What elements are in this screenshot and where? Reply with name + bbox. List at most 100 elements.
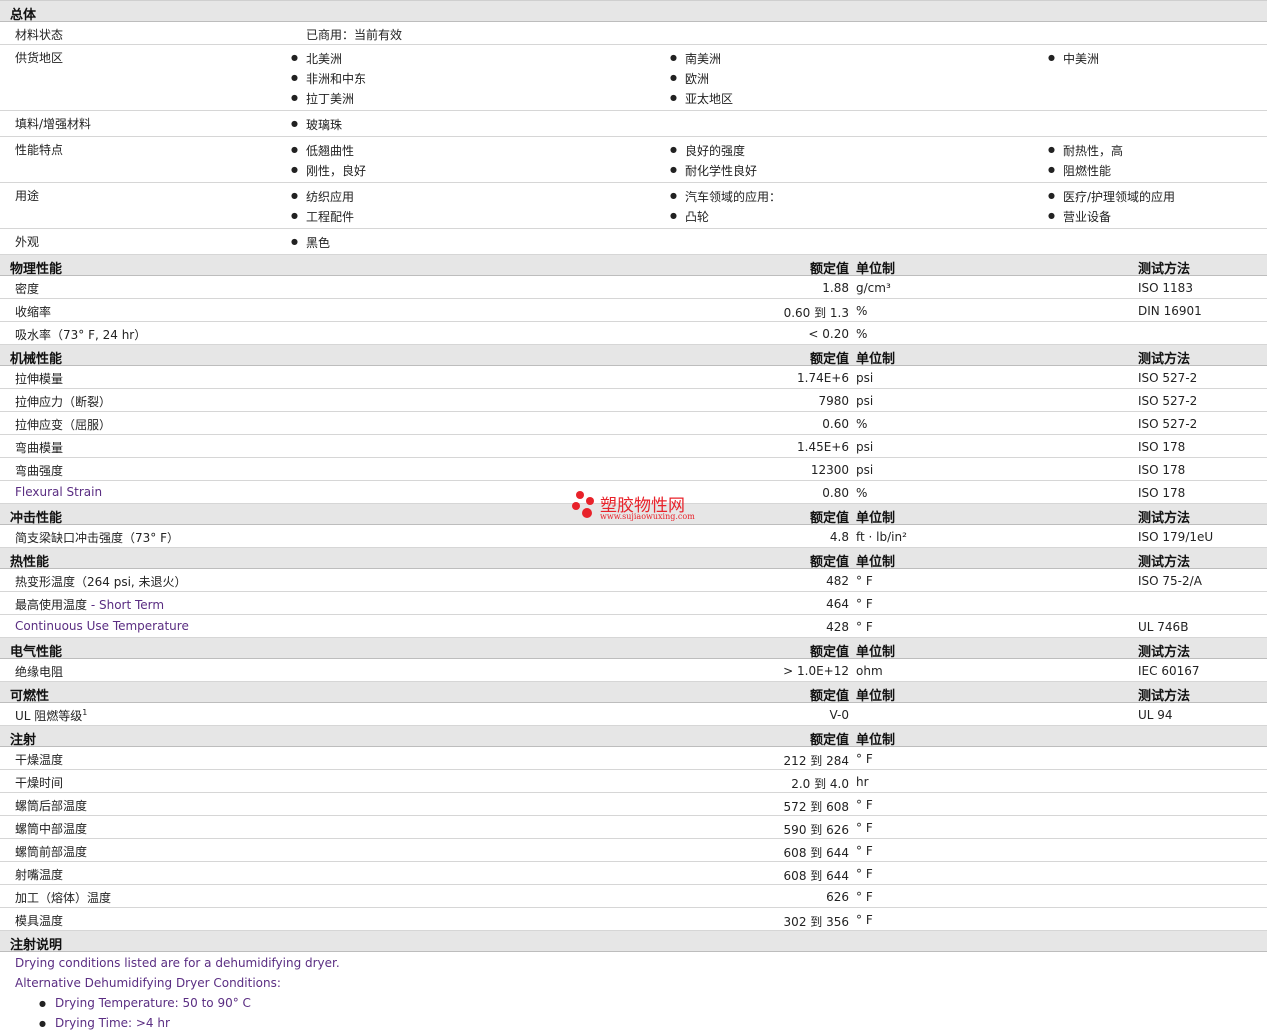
row-value: 572 到 608	[783, 800, 849, 814]
row-unit: ° F	[856, 597, 873, 611]
row-unit: ° F	[856, 752, 873, 766]
row-label: 简支梁缺口冲击强度（73° F）	[15, 531, 179, 545]
row-label: 拉伸模量	[15, 372, 64, 386]
row-label: 拉伸应变（屈服）	[15, 418, 112, 432]
table-row: 弯曲模量 1.45E+6 psi ISO 178	[0, 435, 1267, 458]
table-row: 简支梁缺口冲击强度（73° F） 4.8 ft · lb/in² ISO 179/1e…	[0, 525, 1267, 548]
row-value: 212 到 284	[783, 754, 849, 768]
list-item: 纺织应用	[291, 188, 354, 205]
row-test-method: ISO 178	[1138, 486, 1186, 500]
section-notes: 注射说明	[0, 931, 1267, 953]
table-row: 螺筒后部温度 572 到 608 ° F	[0, 793, 1267, 816]
header-unit: 单位制	[856, 555, 896, 570]
header-nominal: 额定值	[809, 555, 849, 570]
table-row: 绝缘电阻 > 1.0E+12 ohm IEC 60167	[0, 659, 1267, 682]
row-value: 1.45E+6	[797, 440, 849, 454]
row-unit: psi	[856, 394, 874, 408]
row-value: 0.80	[822, 486, 849, 500]
list-item: 耐化学性良好	[670, 162, 757, 179]
list-item: 北美洲	[291, 50, 342, 67]
row-test-method: ISO 1183	[1138, 281, 1193, 295]
list-item: 非洲和中东	[291, 70, 366, 87]
row-test-method: DIN 16901	[1138, 304, 1202, 318]
row-label: 模具温度	[15, 914, 64, 928]
row-unit: ° F	[856, 798, 873, 812]
row-value: 2.0 到 4.0	[791, 777, 849, 791]
row-unit: ° F	[856, 890, 873, 904]
table-row: 模具温度 302 到 356 ° F	[0, 908, 1267, 931]
row-label: 材料状态	[15, 28, 64, 42]
header-unit: 单位制	[856, 689, 896, 704]
row-test-method: ISO 527-2	[1138, 417, 1198, 431]
row-label: 螺筒前部温度	[15, 845, 88, 859]
row-value: 608 到 644	[783, 869, 849, 883]
row-label: 密度	[15, 282, 40, 296]
list-item: 营业设备	[1048, 208, 1111, 225]
header-test-method: 测试方法	[1138, 511, 1191, 526]
header-unit: 单位制	[856, 262, 896, 277]
row-unit: ° F	[856, 867, 873, 881]
row-label: Flexural Strain	[15, 485, 103, 499]
row-value: 626	[826, 890, 849, 904]
row-test-method: IEC 60167	[1138, 664, 1200, 678]
row-test-method: ISO 527-2	[1138, 371, 1198, 385]
section-title: 机械性能	[10, 352, 63, 367]
header-test-method: 测试方法	[1138, 555, 1191, 570]
header-unit: 单位制	[856, 511, 896, 526]
row-label: 最高使用温度 - Short Term	[15, 598, 165, 612]
row-label: 干燥时间	[15, 776, 64, 790]
row-value: 12300	[810, 463, 849, 477]
section-electrical: 电气性能 额定值 单位制 测试方法	[0, 638, 1267, 660]
header-nominal: 额定值	[809, 689, 849, 704]
table-row: 螺筒中部温度 590 到 626 ° F	[0, 816, 1267, 839]
section-title: 电气性能	[10, 645, 63, 660]
table-row: 拉伸模量 1.74E+6 psi ISO 527-2	[0, 366, 1267, 389]
row-unit: %	[856, 327, 868, 341]
row-value: 428	[826, 620, 849, 634]
row-value: 302 到 356	[783, 915, 849, 929]
row-label: 外观	[15, 235, 40, 249]
row-material-status: 材料状态 已商用：当前有效	[0, 22, 1267, 45]
row-unit: %	[856, 486, 868, 500]
row-label: 用途	[15, 189, 40, 203]
table-row: 射嘴温度 608 到 644 ° F	[0, 862, 1267, 885]
row-value: 0.60 到 1.3	[783, 306, 849, 320]
row-label: 热变形温度（264 psi, 未退火）	[15, 575, 187, 589]
section-title: 注射说明	[10, 938, 63, 953]
row-unit: %	[856, 417, 868, 431]
row-uses: 用途 纺织应用 汽车领域的应用： 医疗/护理领域的应用 工程配件 凸轮 营业设备	[0, 183, 1267, 229]
row-label: 吸水率（73° F, 24 hr）	[15, 328, 147, 342]
header-unit: 单位制	[856, 645, 896, 660]
table-row: Continuous Use Temperature 428 ° F UL 746B	[0, 615, 1267, 638]
list-item: 中美洲	[1048, 50, 1099, 67]
section-title: 总体	[10, 8, 37, 23]
row-label: 加工（熔体）温度	[15, 891, 112, 905]
header-nominal: 额定值	[809, 733, 849, 748]
row-test-method: ISO 178	[1138, 463, 1186, 477]
list-item: 凸轮	[670, 208, 709, 225]
table-row: 密度 1.88 g/cm³ ISO 1183	[0, 276, 1267, 299]
row-unit: ohm	[856, 664, 883, 678]
row-unit: ° F	[856, 844, 873, 858]
header-test-method: 测试方法	[1138, 689, 1191, 704]
row-unit: ° F	[856, 821, 873, 835]
row-test-method: UL 746B	[1138, 620, 1189, 634]
row-unit: ft · lb/in²	[856, 530, 907, 544]
row-test-method: ISO 527-2	[1138, 394, 1198, 408]
header-test-method: 测试方法	[1138, 352, 1191, 367]
note-line: Alternative Dehumidifying Dryer Conditio…	[15, 976, 281, 990]
row-value: 482	[826, 574, 849, 588]
table-row: 最高使用温度 - Short Term 464 ° F	[0, 592, 1267, 615]
header-test-method: 测试方法	[1138, 645, 1191, 660]
row-test-method: ISO 75-2/A	[1138, 574, 1202, 588]
row-unit: %	[856, 304, 868, 318]
row-label: 性能特点	[15, 143, 64, 157]
row-filler: 填料/增强材料 玻璃珠	[0, 111, 1267, 137]
header-unit: 单位制	[856, 352, 896, 367]
table-row: 加工（熔体）温度 626 ° F	[0, 885, 1267, 908]
row-value: 已商用：当前有效	[306, 28, 403, 42]
note-bullet: Drying Time: >4 hr	[39, 1016, 1267, 1036]
header-nominal: 额定值	[809, 262, 849, 277]
section-injection: 注射 额定值 单位制	[0, 726, 1267, 748]
row-unit: ° F	[856, 574, 873, 588]
